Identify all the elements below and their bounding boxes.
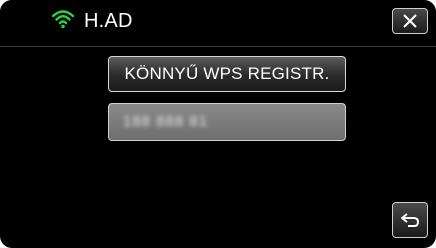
title-divider <box>0 46 436 47</box>
title-bar: H.AD <box>0 0 436 46</box>
network-name: H.AD <box>84 10 133 32</box>
close-button[interactable] <box>392 8 428 34</box>
easy-wps-registration-label: KÖNNYŰ WPS REGISTR. <box>124 64 330 83</box>
wps-pin-value: 188 888 81 <box>123 113 209 130</box>
wps-pin-field[interactable]: 188 888 81 <box>108 103 346 141</box>
back-button[interactable] <box>392 202 428 238</box>
back-arrow-icon <box>401 213 420 227</box>
camera-screen: H.AD KÖNNYŰ WPS REGISTR. 188 888 81 <box>0 0 436 248</box>
close-icon <box>403 14 417 28</box>
wifi-icon <box>52 10 74 29</box>
easy-wps-registration-button[interactable]: KÖNNYŰ WPS REGISTR. <box>108 56 346 92</box>
